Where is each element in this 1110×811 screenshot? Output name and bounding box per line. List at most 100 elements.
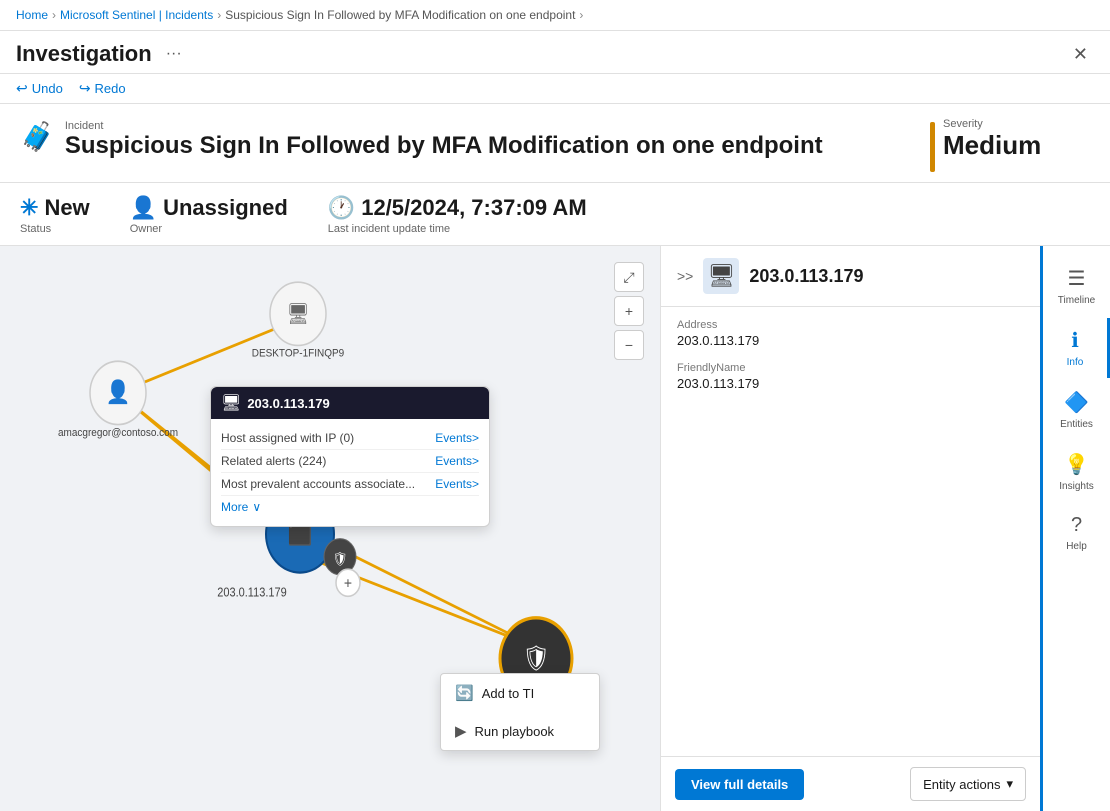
svg-text:🛡: 🛡: [522, 644, 550, 672]
action-add-to-ti[interactable]: 🔄 Add to TI: [441, 674, 599, 712]
graph-controls: ⤢ + −: [614, 262, 644, 360]
graph-area: 👤 amacgregor@contoso.com 🖥 DESKTOP-1FINQ…: [0, 246, 660, 811]
panel-content: Address 203.0.113.179 FriendlyName 203.0…: [661, 307, 1040, 756]
severity-block: Severity Medium: [930, 118, 1090, 172]
graph-popup: 🖥 203.0.113.179 Host assigned with IP (0…: [210, 386, 490, 527]
popup-row-link-1[interactable]: Events>: [435, 454, 479, 468]
help-icon: ?: [1071, 514, 1082, 537]
entity-actions-chevron: ▾: [1006, 776, 1013, 792]
run-playbook-icon: ▶: [455, 722, 467, 740]
page-header: Investigation ··· ✕: [0, 31, 1110, 74]
panel-field-address-label: Address: [677, 319, 1024, 331]
add-to-ti-label: Add to TI: [482, 686, 535, 701]
svg-text:DESKTOP-1FINQP9: DESKTOP-1FINQP9: [252, 347, 345, 360]
status-text: New: [44, 195, 89, 221]
sidebar-item-info[interactable]: ℹ Info: [1043, 318, 1110, 378]
svg-text:🖥: 🖥: [287, 304, 310, 326]
status-item-owner: 👤 Unassigned Owner: [130, 195, 288, 235]
entities-icon: 🔷: [1064, 390, 1089, 415]
popup-body: Host assigned with IP (0) Events> Relate…: [211, 419, 489, 526]
zoom-out-button[interactable]: −: [614, 330, 644, 360]
owner-icon: 👤: [130, 195, 157, 221]
info-icon: ℹ: [1071, 328, 1079, 353]
sidebar-item-timeline[interactable]: ☰ Timeline: [1043, 256, 1110, 316]
status-item-time: 🕐 12/5/2024, 7:37:09 AM Last incident up…: [328, 195, 587, 235]
sidebar-item-timeline-label: Timeline: [1058, 295, 1095, 306]
sidebar-item-entities-label: Entities: [1060, 419, 1093, 430]
page-title-row: Investigation ···: [16, 41, 188, 67]
panel-field-friendly: FriendlyName 203.0.113.179: [677, 362, 1024, 391]
zoom-in-button[interactable]: +: [614, 296, 644, 326]
popup-more-label: More: [221, 500, 248, 514]
panel-field-address-value: 203.0.113.179: [677, 333, 1024, 348]
owner-text: Unassigned: [163, 195, 288, 221]
severity-indicator: [930, 122, 935, 172]
owner-label: Owner: [130, 223, 288, 235]
popup-row-label-2: Most prevalent accounts associate...: [221, 477, 415, 491]
undo-button[interactable]: ↩ Undo: [16, 80, 63, 97]
panel-expand-button[interactable]: >>: [677, 268, 693, 284]
popup-row-link-0[interactable]: Events>: [435, 431, 479, 445]
right-panel: >> 🖥 203.0.113.179 Address 203.0.113.179…: [660, 246, 1040, 811]
severity-value: Medium: [943, 130, 1041, 161]
ellipsis-button[interactable]: ···: [160, 43, 188, 65]
sidebar-item-help[interactable]: ? Help: [1043, 504, 1110, 562]
time-icon: 🕐: [328, 195, 355, 221]
fullscreen-button[interactable]: ⤢: [614, 262, 644, 292]
close-button[interactable]: ✕: [1067, 42, 1094, 67]
time-label: Last incident update time: [328, 223, 587, 235]
status-icon: ✳: [20, 195, 38, 221]
sidebar-item-insights[interactable]: 💡 Insights: [1043, 442, 1110, 502]
popup-row-2: Most prevalent accounts associate... Eve…: [221, 473, 479, 496]
panel-field-friendly-value: 203.0.113.179: [677, 376, 1024, 391]
entity-actions-button[interactable]: Entity actions ▾: [910, 767, 1026, 801]
timeline-icon: ☰: [1068, 266, 1086, 291]
incident-bar: 🧳 Incident Suspicious Sign In Followed b…: [0, 104, 1110, 183]
popup-row-label-1: Related alerts (224): [221, 454, 326, 468]
panel-footer-actions: View full details Entity actions ▾: [675, 767, 1026, 801]
sidebar: ☰ Timeline ℹ Info 🔷 Entities 💡 Insights …: [1040, 246, 1110, 811]
incident-type-label: Incident: [65, 120, 823, 132]
breadcrumb-incidents[interactable]: Microsoft Sentinel | Incidents: [60, 8, 213, 22]
run-playbook-label: Run playbook: [475, 724, 555, 739]
popup-more-button[interactable]: More ∨: [221, 496, 479, 518]
redo-label: Redo: [95, 81, 126, 96]
incident-title-block: 🧳 Incident Suspicious Sign In Followed b…: [20, 118, 930, 161]
status-label: Status: [20, 223, 90, 235]
incident-icon: 🧳: [20, 120, 55, 153]
panel-entity-icon: 🖥: [707, 263, 735, 289]
time-text: 12/5/2024, 7:37:09 AM: [361, 195, 586, 221]
status-value-owner: 👤 Unassigned: [130, 195, 288, 221]
status-value-time: 🕐 12/5/2024, 7:37:09 AM: [328, 195, 587, 221]
undo-label: Undo: [32, 81, 63, 96]
undo-icon: ↩: [16, 80, 28, 97]
svg-text:🛡: 🛡: [332, 551, 347, 567]
panel-header: >> 🖥 203.0.113.179: [661, 246, 1040, 307]
popup-row-0: Host assigned with IP (0) Events>: [221, 427, 479, 450]
popup-header: 🖥 203.0.113.179: [211, 387, 489, 419]
sidebar-item-entities[interactable]: 🔷 Entities: [1043, 380, 1110, 440]
incident-title: Suspicious Sign In Followed by MFA Modif…: [65, 132, 823, 161]
severity-label: Severity: [943, 118, 1041, 130]
entity-actions-label: Entity actions: [923, 777, 1000, 792]
panel-entity-name: 203.0.113.179: [749, 266, 863, 287]
redo-icon: ↪: [79, 80, 91, 97]
popup-row-label-0: Host assigned with IP (0): [221, 431, 354, 445]
breadcrumb: Home › Microsoft Sentinel | Incidents › …: [0, 0, 1110, 31]
popup-more-chevron: ∨: [252, 500, 261, 514]
popup-row-link-2[interactable]: Events>: [435, 477, 479, 491]
breadcrumb-home[interactable]: Home: [16, 8, 48, 22]
redo-button[interactable]: ↪ Redo: [79, 80, 126, 97]
status-item-status: ✳ New Status: [20, 195, 90, 235]
popup-row-1: Related alerts (224) Events>: [221, 450, 479, 473]
popup-title: 203.0.113.179: [247, 396, 329, 411]
add-to-ti-icon: 🔄: [455, 684, 474, 702]
toolbar: ↩ Undo ↪ Redo: [0, 74, 1110, 104]
action-run-playbook[interactable]: ▶ Run playbook: [441, 712, 599, 750]
sidebar-item-info-label: Info: [1067, 357, 1084, 368]
panel-entity-icon-wrap: 🖥: [703, 258, 739, 294]
svg-text:amacgregor@contoso.com: amacgregor@contoso.com: [58, 426, 178, 439]
svg-text:203.0.113.179: 203.0.113.179: [217, 586, 286, 600]
page-title: Investigation: [16, 41, 152, 67]
sidebar-item-help-label: Help: [1066, 541, 1087, 552]
